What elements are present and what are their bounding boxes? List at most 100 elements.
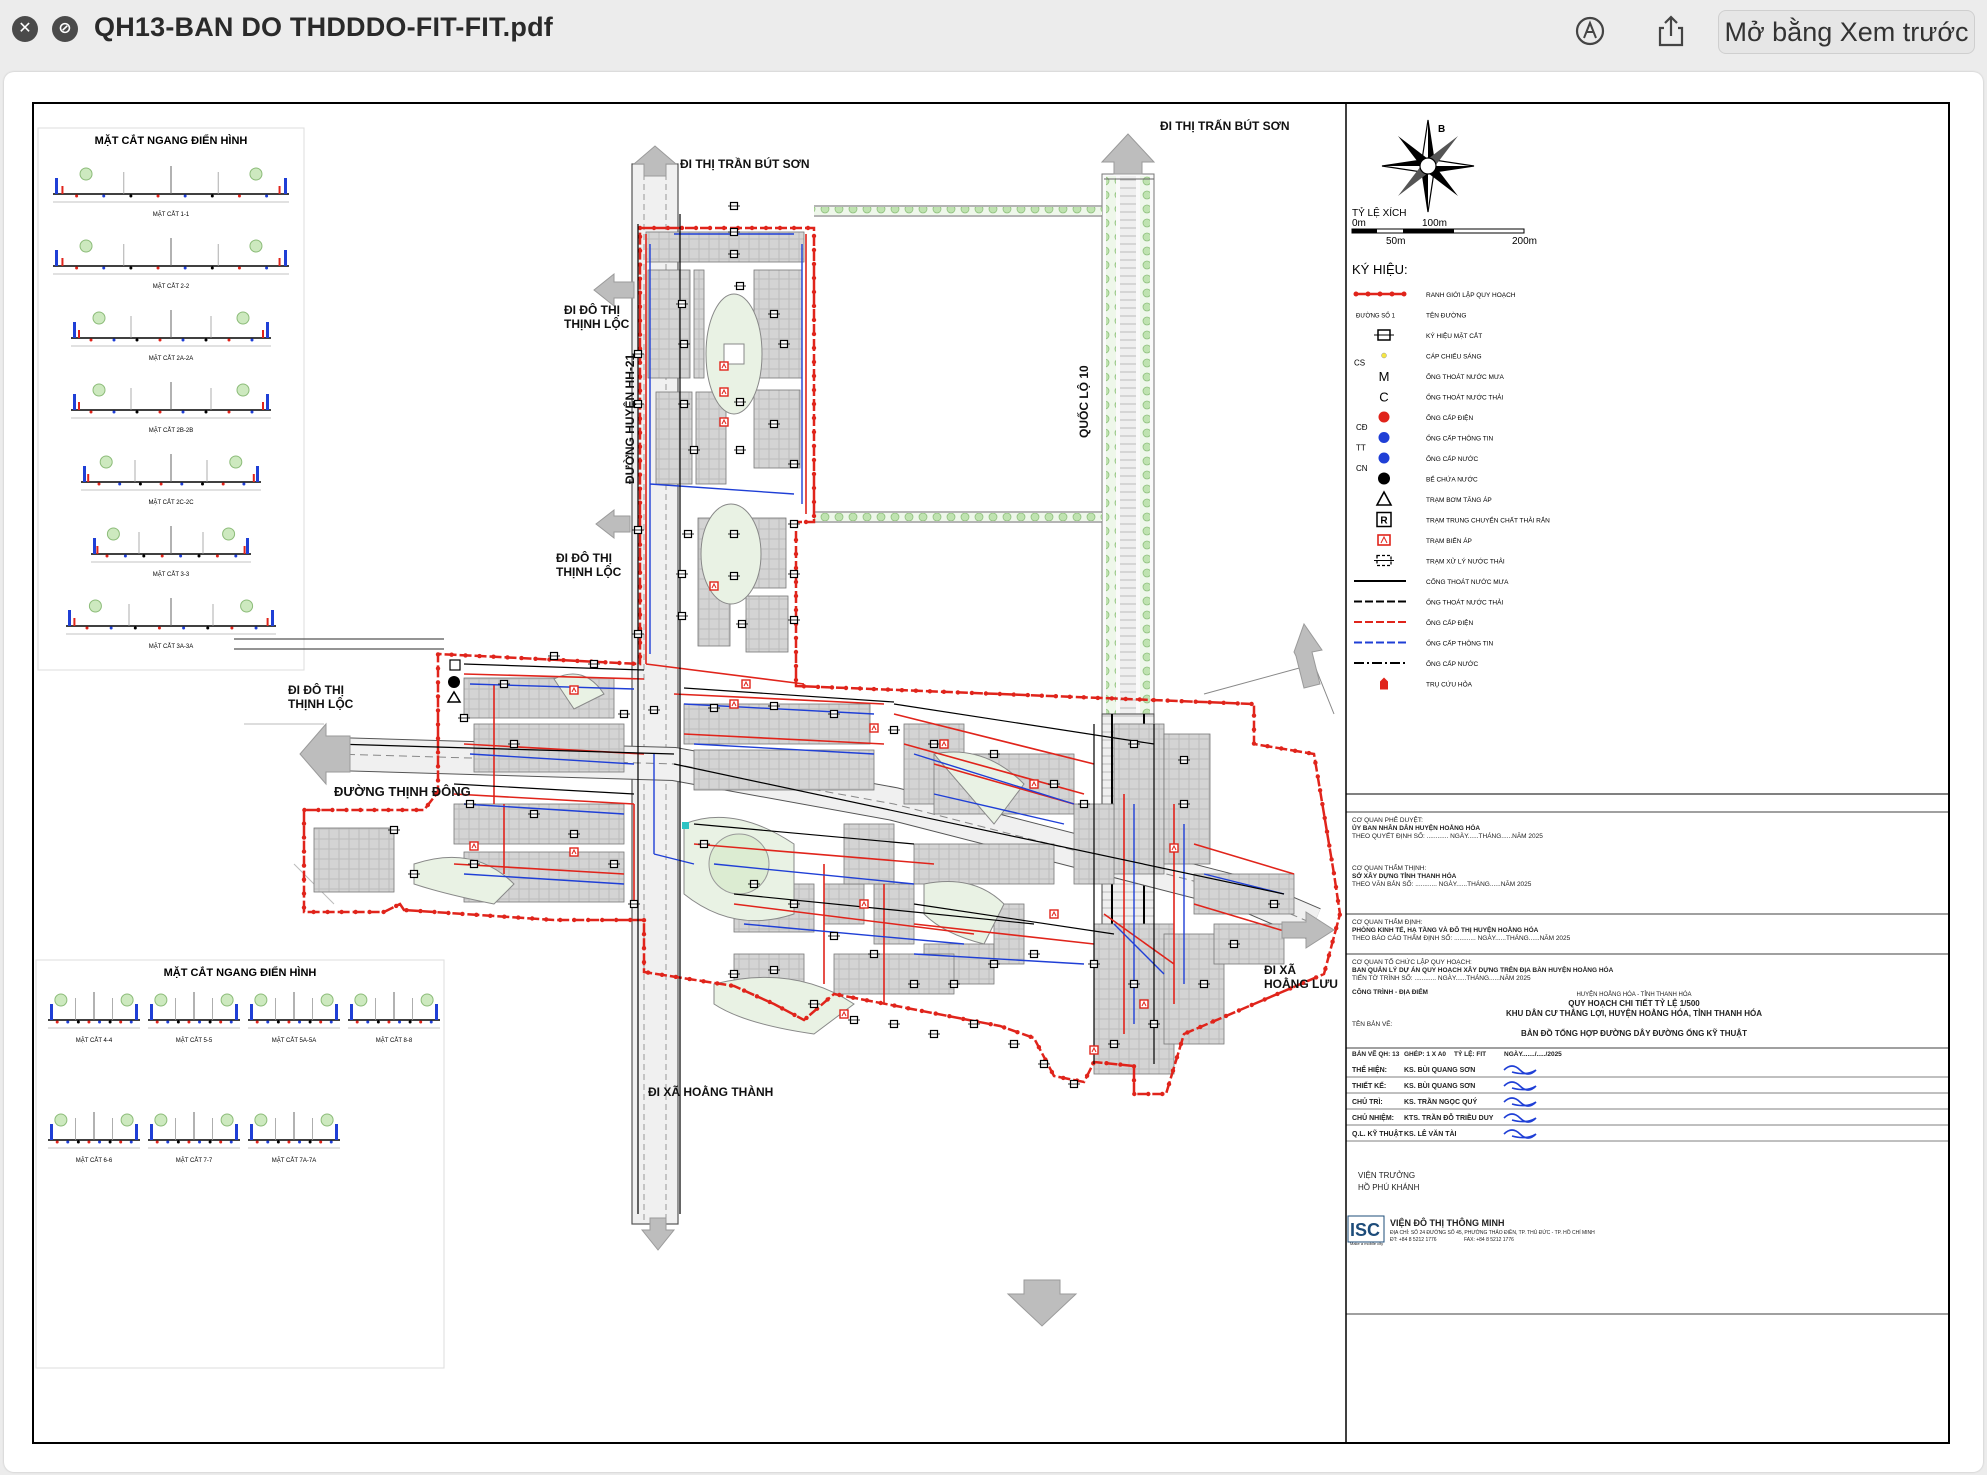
legend-item: KÝ HIỆU MẶT CẮT	[1374, 329, 1482, 341]
boundary-dot	[825, 997, 830, 1002]
scale-100m: 100m	[1422, 218, 1447, 229]
boundary-dot	[301, 891, 307, 896]
manhole-icon	[828, 931, 840, 941]
boundary-dot	[1265, 744, 1270, 749]
building-block	[693, 269, 705, 379]
boundary-dot	[325, 909, 330, 915]
boundary-dot	[1123, 696, 1128, 702]
boundary-dot	[815, 684, 821, 690]
boundary-dot	[811, 415, 817, 421]
meta-scale: TỶ LỆ: FIT	[1454, 1049, 1486, 1058]
firm-address: ĐỊA CHỈ: SỐ 24 ĐƯỜNG SỐ 45, PHƯỜNG THẢO …	[1390, 1229, 1595, 1236]
boundary-dot	[641, 932, 647, 937]
boundary-dot	[1178, 1041, 1184, 1047]
svg-text:CN: CN	[1356, 464, 1368, 473]
transformer-icon	[729, 699, 739, 709]
drawing-sheet: MẶT CẮT NGANG ĐIỂN HÌNH MẶT CẮT 1-1 MẶT C…	[32, 102, 1950, 1444]
open-in-preview-button[interactable]: Mở bằng Xem trước	[1718, 10, 1975, 54]
block-icon[interactable]: ⊘	[52, 16, 78, 42]
share-icon[interactable]	[1654, 14, 1688, 48]
boundary-dot	[1193, 699, 1198, 704]
boundary-dot	[1095, 695, 1101, 701]
signatory-name: KTS. TRẦN ĐỖ TRIỀU DUY	[1404, 1112, 1494, 1122]
close-icon[interactable]: ✕	[12, 16, 38, 42]
markup-pen-icon[interactable]	[1573, 14, 1607, 48]
boundary-dot	[792, 1012, 797, 1018]
boundary-dot	[1025, 692, 1030, 698]
boundary-dot	[435, 694, 441, 699]
boundary-dot	[1337, 912, 1343, 917]
boundary-dot	[1165, 698, 1170, 703]
legend-item: CỐNG THOÁT NƯỚC MƯA	[1354, 576, 1509, 586]
review-head: CƠ QUAN THẨM ĐỊNH:	[1352, 917, 1423, 926]
boundary-dot	[367, 909, 372, 915]
boundary-dot	[301, 835, 307, 840]
boundary-dot	[1151, 697, 1156, 703]
boundary-dot	[919, 1008, 925, 1014]
boundary-dot	[1198, 1024, 1203, 1030]
boundary-dot	[558, 917, 563, 923]
boundary-dot	[871, 686, 877, 692]
svg-text:CS: CS	[1354, 359, 1365, 368]
boundary-dot	[339, 909, 344, 915]
boundary-dot	[1028, 1034, 1033, 1039]
boundary-dot	[519, 655, 524, 661]
boundary-dot	[1292, 748, 1298, 753]
boundary-dot	[1160, 1091, 1165, 1097]
boundary-dot	[386, 807, 391, 813]
firm-logo-text: ISC	[1350, 1220, 1380, 1240]
boundary-dot	[892, 1003, 897, 1008]
boundary-dot	[353, 909, 358, 915]
signatory-role: THỂ HIỆN:	[1352, 1065, 1387, 1074]
legend-item: CĐ ỐNG CẤP ĐIỆN	[1356, 411, 1474, 432]
cross-sections-top-panel: MẶT CẮT NGANG ĐIỂN HÌNH MẶT CẮT 1-1 MẶT C…	[37, 127, 305, 671]
boundary-dot	[1331, 871, 1337, 876]
legend-item: TRẠM XỬ LÝ NƯỚC THẢI	[1374, 554, 1505, 567]
section-label: MẶT CẮT 5A-5A	[272, 1036, 316, 1044]
boundary-dot	[301, 863, 307, 868]
boundary-dot	[561, 658, 566, 663]
scale-0m: 0m	[1352, 218, 1366, 229]
section-label: MẶT CẮT 8-8	[376, 1036, 413, 1044]
building-block	[693, 749, 875, 791]
signature	[1503, 1065, 1537, 1075]
legend-item: TRỤ CỨU HỎA	[1380, 677, 1473, 690]
boundary-dot	[811, 289, 817, 295]
legend-label: ỐNG CẤP NƯỚC	[1426, 658, 1478, 668]
boundary-dot	[805, 225, 811, 231]
boundary-dot	[913, 688, 919, 693]
manhole-icon	[888, 1019, 900, 1029]
signatory-row: Q.L. KỸ THUẬT KS. LÊ VĂN TÀI	[1346, 1129, 1948, 1142]
boundary-dot	[1036, 1045, 1042, 1050]
boundary-dot	[474, 912, 479, 917]
boundary-dot	[1333, 884, 1339, 890]
boundary-dot	[843, 685, 849, 691]
boundary-dot	[801, 684, 807, 689]
boundary-dot	[1179, 699, 1184, 704]
transformer-icon	[741, 679, 751, 689]
boundary-dot	[811, 317, 817, 323]
boundary-dot	[414, 807, 419, 813]
north-letter: B	[1438, 124, 1445, 135]
transformer-icon	[719, 361, 729, 371]
boundary-dot	[811, 485, 817, 491]
boundary-dot	[449, 652, 454, 657]
boundary-dot	[301, 821, 307, 826]
boundary-dot	[857, 686, 863, 691]
legend-label: ỐNG THOÁT NƯỚC MƯA	[1426, 371, 1504, 381]
boundary-dot	[1275, 991, 1280, 997]
boundary-dot	[793, 565, 799, 571]
svg-text:CĐ: CĐ	[1356, 423, 1368, 432]
boundary-dot	[477, 653, 482, 659]
boundary-dot	[927, 689, 933, 694]
boundary-dot	[1223, 1013, 1229, 1019]
boundary-dot	[505, 655, 510, 660]
boundary-dot	[1104, 1061, 1109, 1066]
boundary-dot	[617, 660, 622, 666]
boundary-dot	[754, 994, 760, 999]
boundary-dot	[1210, 1019, 1216, 1024]
legend-item: ỐNG CẤP NƯỚC	[1354, 658, 1478, 668]
legend-label: TRẠM BƠM TĂNG ÁP	[1426, 495, 1492, 504]
boundary-dot	[1011, 692, 1016, 697]
boundary-dot	[1174, 1055, 1180, 1060]
